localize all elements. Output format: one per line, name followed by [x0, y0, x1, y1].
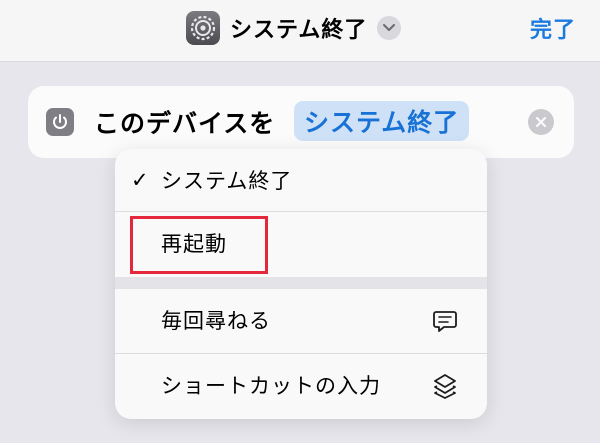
menu-item-ask-each-time[interactable]: 毎回尋ねる: [115, 289, 487, 351]
navigation-bar: システム終了 完了: [0, 0, 600, 62]
power-icon: [46, 108, 74, 136]
layers-shortcut-icon: [431, 372, 459, 400]
menu-item-shutdown[interactable]: ✓ システム終了: [115, 149, 487, 211]
action-card: このデバイスを システム終了: [28, 86, 574, 158]
menu-item-label: 毎回尋ねる: [161, 309, 271, 333]
chevron-down-icon[interactable]: [377, 16, 402, 40]
clear-icon[interactable]: [528, 109, 554, 135]
option-menu: ✓ システム終了 再起動 毎回尋ねる ショートカットの入力: [115, 149, 487, 419]
nav-title-group[interactable]: システム終了: [186, 10, 402, 46]
shutdown-parameter-token[interactable]: システム終了: [294, 101, 470, 141]
menu-item-shortcut-input[interactable]: ショートカットの入力: [115, 353, 487, 415]
menu-item-label: システム終了: [161, 169, 293, 193]
action-prefix-text: このデバイスを: [94, 109, 276, 138]
speech-bubble-icon: [431, 307, 459, 335]
checkmark-icon: ✓: [131, 168, 150, 192]
highlight-annotation-box: [130, 216, 268, 274]
nav-title: システム終了: [230, 18, 368, 43]
done-button[interactable]: 完了: [530, 12, 576, 44]
menu-section-separator: [115, 277, 487, 289]
menu-item-label: ショートカットの入力: [161, 373, 381, 398]
settings-gear-icon: [186, 11, 220, 45]
